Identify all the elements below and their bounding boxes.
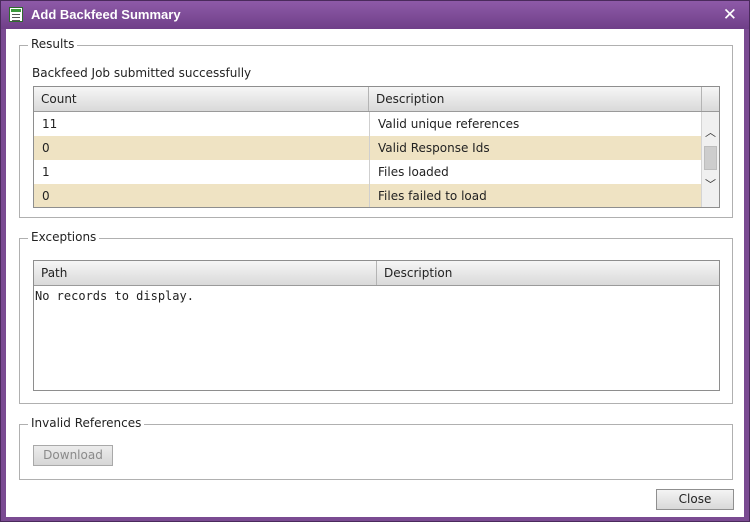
results-legend: Results — [28, 37, 78, 51]
close-button[interactable]: Close — [656, 489, 734, 510]
description-cell: Files failed to load — [369, 184, 702, 207]
column-header-count[interactable]: Count — [34, 87, 369, 111]
invalid-references-group: Invalid References Download — [19, 416, 733, 480]
column-header-path[interactable]: Path — [34, 261, 377, 285]
results-grid-header: Count Description — [34, 87, 719, 112]
close-icon[interactable]: ✕ — [723, 5, 737, 25]
chevron-up-icon[interactable]: ︿ — [704, 126, 717, 139]
chevron-down-icon[interactable]: ﹀ — [704, 178, 717, 191]
count-cell: 11 — [42, 117, 58, 131]
exceptions-legend: Exceptions — [28, 230, 100, 244]
column-header-description[interactable]: Description — [377, 261, 719, 285]
title-bar[interactable]: Add Backfeed Summary ✕ — [1, 1, 749, 29]
results-grid: Count Description 11 Valid unique refere… — [33, 86, 720, 208]
results-scrollbar[interactable]: ︿ ﹀ — [701, 112, 719, 207]
results-group: Results Backfeed Job submitted successfu… — [19, 37, 733, 218]
description-cell: Files loaded — [369, 160, 702, 184]
empty-message: No records to display. — [35, 289, 194, 303]
count-cell: 1 — [42, 165, 50, 179]
exceptions-grid: Path Description No records to display. — [33, 260, 720, 391]
scrollbar-thumb[interactable] — [704, 146, 717, 170]
count-cell: 0 — [42, 189, 50, 203]
invalid-references-legend: Invalid References — [28, 416, 145, 430]
column-header-description[interactable]: Description — [369, 87, 702, 111]
dialog-window: Add Backfeed Summary ✕ Results Backfeed … — [0, 0, 750, 522]
description-cell: Valid Response Ids — [369, 136, 702, 160]
table-row[interactable]: 11 Valid unique references — [34, 112, 702, 136]
summary-document-icon — [9, 7, 23, 22]
table-row[interactable]: 0 Valid Response Ids — [34, 136, 702, 160]
dialog-title: Add Backfeed Summary — [31, 7, 181, 22]
table-row[interactable]: 0 Files failed to load — [34, 184, 702, 207]
exceptions-group: Exceptions Path Description No records t… — [19, 230, 733, 404]
exceptions-grid-header: Path Description — [34, 261, 719, 286]
count-cell: 0 — [42, 141, 50, 155]
status-message: Backfeed Job submitted successfully — [32, 66, 252, 80]
dialog-content: Results Backfeed Job submitted successfu… — [6, 29, 744, 517]
description-cell: Valid unique references — [369, 112, 702, 136]
table-row[interactable]: 1 Files loaded — [34, 160, 702, 184]
download-button[interactable]: Download — [33, 445, 113, 466]
